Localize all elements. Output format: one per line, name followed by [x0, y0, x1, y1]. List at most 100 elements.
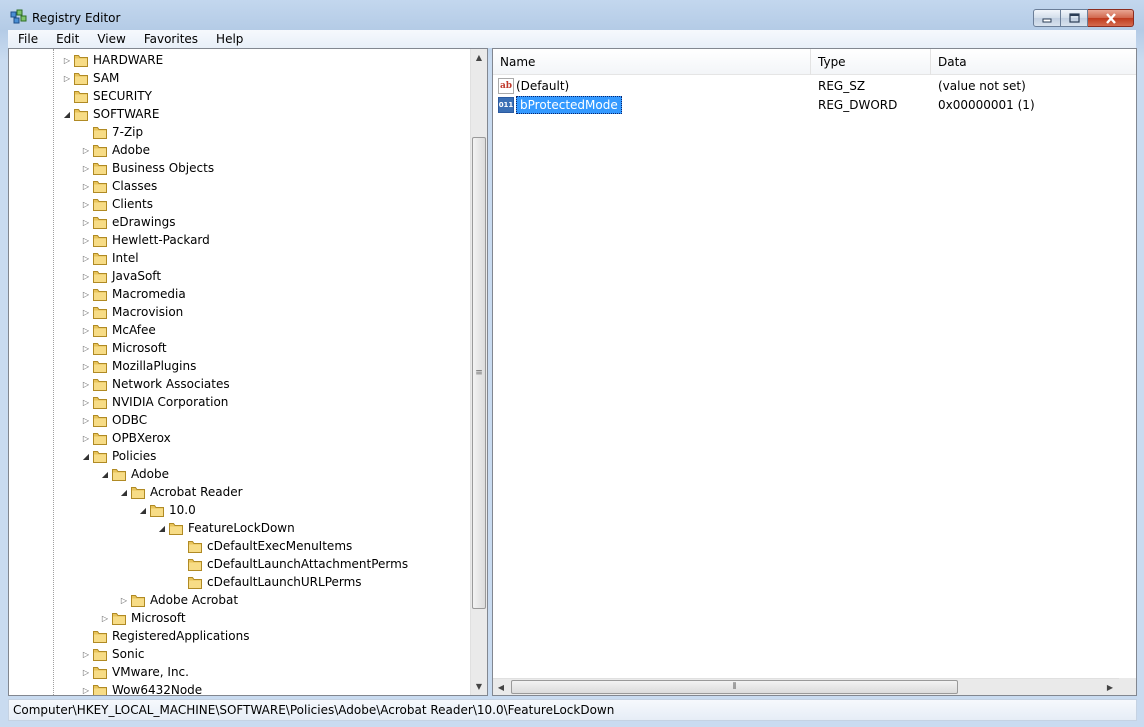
list-horizontal-scrollbar[interactable]: ◀ ⦀ ▶	[493, 678, 1136, 695]
tree-node[interactable]: ▷ Macrovision	[80, 303, 183, 321]
tree-node[interactable]: 7-Zip	[80, 123, 143, 141]
tree-node-label: Adobe	[112, 143, 150, 157]
menu-edit[interactable]: Edit	[46, 32, 87, 46]
scroll-down-button[interactable]: ▼	[471, 678, 487, 695]
tree-scroll-thumb[interactable]: ≡	[472, 137, 486, 609]
tree-node[interactable]: ▷ Classes	[80, 177, 157, 195]
column-header-type[interactable]: Type	[811, 49, 931, 75]
tree-node[interactable]: ▷ Business Objects	[80, 159, 214, 177]
list-row-bprotectedmode[interactable]: 011 bProtectedMode REG_DWORD 0x00000001 …	[493, 95, 1131, 114]
tree-node[interactable]: ▷ SAM	[61, 69, 119, 87]
collapse-arrow-icon[interactable]: ◢	[80, 447, 92, 465]
tree-node[interactable]: ▷ McAfee	[80, 321, 156, 339]
tree-vertical-scrollbar[interactable]: ▲ ≡ ▼	[470, 49, 487, 695]
tree-node[interactable]: ▷ Microsoft	[80, 339, 167, 357]
tree-node[interactable]: cDefaultLaunchURLPerms	[175, 573, 362, 591]
expand-arrow-icon[interactable]: ▷	[80, 393, 92, 411]
expand-arrow-icon[interactable]: ▷	[80, 267, 92, 285]
tree-node[interactable]: ▷ VMware, Inc.	[80, 663, 189, 681]
tree-node[interactable]: SECURITY	[61, 87, 152, 105]
column-header-data[interactable]: Data	[931, 49, 1136, 75]
expand-arrow-icon[interactable]: ▷	[80, 357, 92, 375]
expand-arrow-icon[interactable]: ▷	[80, 285, 92, 303]
collapse-arrow-icon[interactable]: ◢	[99, 465, 111, 483]
expand-arrow-icon[interactable]: ▷	[80, 141, 92, 159]
list-scroll-thumb[interactable]: ⦀	[511, 680, 958, 694]
expand-arrow-icon[interactable]: ▷	[61, 51, 73, 69]
tree-node[interactable]: ▷ Sonic	[80, 645, 145, 663]
tree-node-label: RegisteredApplications	[112, 629, 250, 643]
tree-node[interactable]: ▷ Wow6432Node	[80, 681, 202, 695]
tree-node[interactable]: ▷ Network Associates	[80, 375, 230, 393]
tree-node[interactable]: ▷ Adobe Acrobat	[118, 591, 238, 609]
tree-node[interactable]: ▷ HARDWARE	[61, 51, 163, 69]
list-row-default[interactable]: ab (Default) REG_SZ (value not set)	[493, 76, 1131, 95]
tree-node[interactable]: ▷ eDrawings	[80, 213, 176, 231]
tree-node[interactable]: ▷ Clients	[80, 195, 153, 213]
tree-node-label: Classes	[112, 179, 158, 193]
expand-arrow-icon[interactable]: ▷	[80, 303, 92, 321]
tree-node[interactable]: ▷ Hewlett-Packard	[80, 231, 210, 249]
tree-node[interactable]: ◢ SOFTWARE	[61, 105, 160, 123]
folder-icon	[169, 522, 183, 535]
expand-arrow-icon[interactable]: ▷	[80, 213, 92, 231]
expand-arrow-icon[interactable]: ▷	[80, 249, 92, 267]
collapse-arrow-icon[interactable]: ◢	[156, 519, 168, 537]
folder-icon	[131, 486, 145, 499]
maximize-button[interactable]	[1061, 9, 1088, 27]
tree-node-label: Microsoft	[112, 341, 167, 355]
tree-node[interactable]: ▷ OPBXerox	[80, 429, 171, 447]
expand-arrow-icon[interactable]: ▷	[80, 645, 92, 663]
expand-arrow-icon[interactable]: ▷	[118, 591, 130, 609]
tree-node[interactable]: RegisteredApplications	[80, 627, 249, 645]
tree-node[interactable]: ◢ Policies	[80, 447, 156, 465]
expand-arrow-icon[interactable]: ▷	[80, 681, 92, 695]
scroll-right-button[interactable]: ▶	[1102, 679, 1118, 695]
expand-arrow-icon[interactable]: ▷	[80, 231, 92, 249]
menu-view[interactable]: View	[87, 32, 133, 46]
expand-arrow-icon[interactable]: ▷	[80, 411, 92, 429]
folder-icon	[93, 270, 107, 283]
column-header-name[interactable]: Name	[493, 49, 811, 75]
tree-node[interactable]: ▷ MozillaPlugins	[80, 357, 196, 375]
expand-arrow-icon[interactable]: ▷	[80, 177, 92, 195]
expand-arrow-icon[interactable]: ▷	[61, 69, 73, 87]
expand-arrow-icon[interactable]: ▷	[80, 339, 92, 357]
folder-icon	[112, 468, 126, 481]
tree-node[interactable]: cDefaultExecMenuItems	[175, 537, 352, 555]
value-list-pane[interactable]: Name Type Data ab (Default) REG_SZ (valu…	[492, 48, 1137, 696]
tree-node[interactable]: ◢ FeatureLockDown	[156, 519, 295, 537]
tree-node[interactable]: ◢ Acrobat Reader	[118, 483, 243, 501]
expand-arrow-icon[interactable]: ▷	[80, 159, 92, 177]
minimize-button[interactable]	[1033, 9, 1061, 27]
expand-arrow-icon[interactable]: ▷	[80, 429, 92, 447]
tree-node[interactable]: ▷ NVIDIA Corporation	[80, 393, 229, 411]
tree-node[interactable]: cDefaultLaunchAttachmentPerms	[175, 555, 408, 573]
collapse-arrow-icon[interactable]: ◢	[61, 105, 73, 123]
key-tree-pane[interactable]: ▷ HARDWARE ▷ SAM SECURITY ◢ SOFTWARE 7-Zip ▷ Adob…	[8, 48, 488, 696]
menu-favorites[interactable]: Favorites	[134, 32, 206, 46]
tree-node[interactable]: ▷ Adobe	[80, 141, 150, 159]
scroll-left-button[interactable]: ◀	[493, 679, 509, 695]
tree-node[interactable]: ▷ JavaSoft	[80, 267, 161, 285]
scroll-up-button[interactable]: ▲	[471, 49, 487, 66]
tree-node[interactable]: ▷ Macromedia	[80, 285, 186, 303]
tree-node[interactable]: ◢ Adobe	[99, 465, 169, 483]
collapse-arrow-icon[interactable]: ◢	[118, 483, 130, 501]
close-button[interactable]	[1088, 9, 1134, 27]
folder-icon	[74, 108, 88, 121]
tree-node[interactable]: ▷ Intel	[80, 249, 139, 267]
menu-file[interactable]: File	[8, 32, 46, 46]
expand-arrow-icon[interactable]: ▷	[80, 375, 92, 393]
menu-help[interactable]: Help	[206, 32, 251, 46]
collapse-arrow-icon[interactable]: ◢	[137, 501, 149, 519]
expand-arrow-icon[interactable]: ▷	[99, 609, 111, 627]
tree-node[interactable]: ▷ ODBC	[80, 411, 147, 429]
grip-icon: ≡	[475, 368, 483, 378]
tree-node[interactable]: ◢ 10.0	[137, 501, 196, 519]
expand-arrow-icon[interactable]: ▷	[80, 321, 92, 339]
expand-arrow-icon[interactable]: ▷	[80, 663, 92, 681]
tree-connector	[80, 627, 92, 645]
expand-arrow-icon[interactable]: ▷	[80, 195, 92, 213]
tree-node[interactable]: ▷ Microsoft	[99, 609, 186, 627]
